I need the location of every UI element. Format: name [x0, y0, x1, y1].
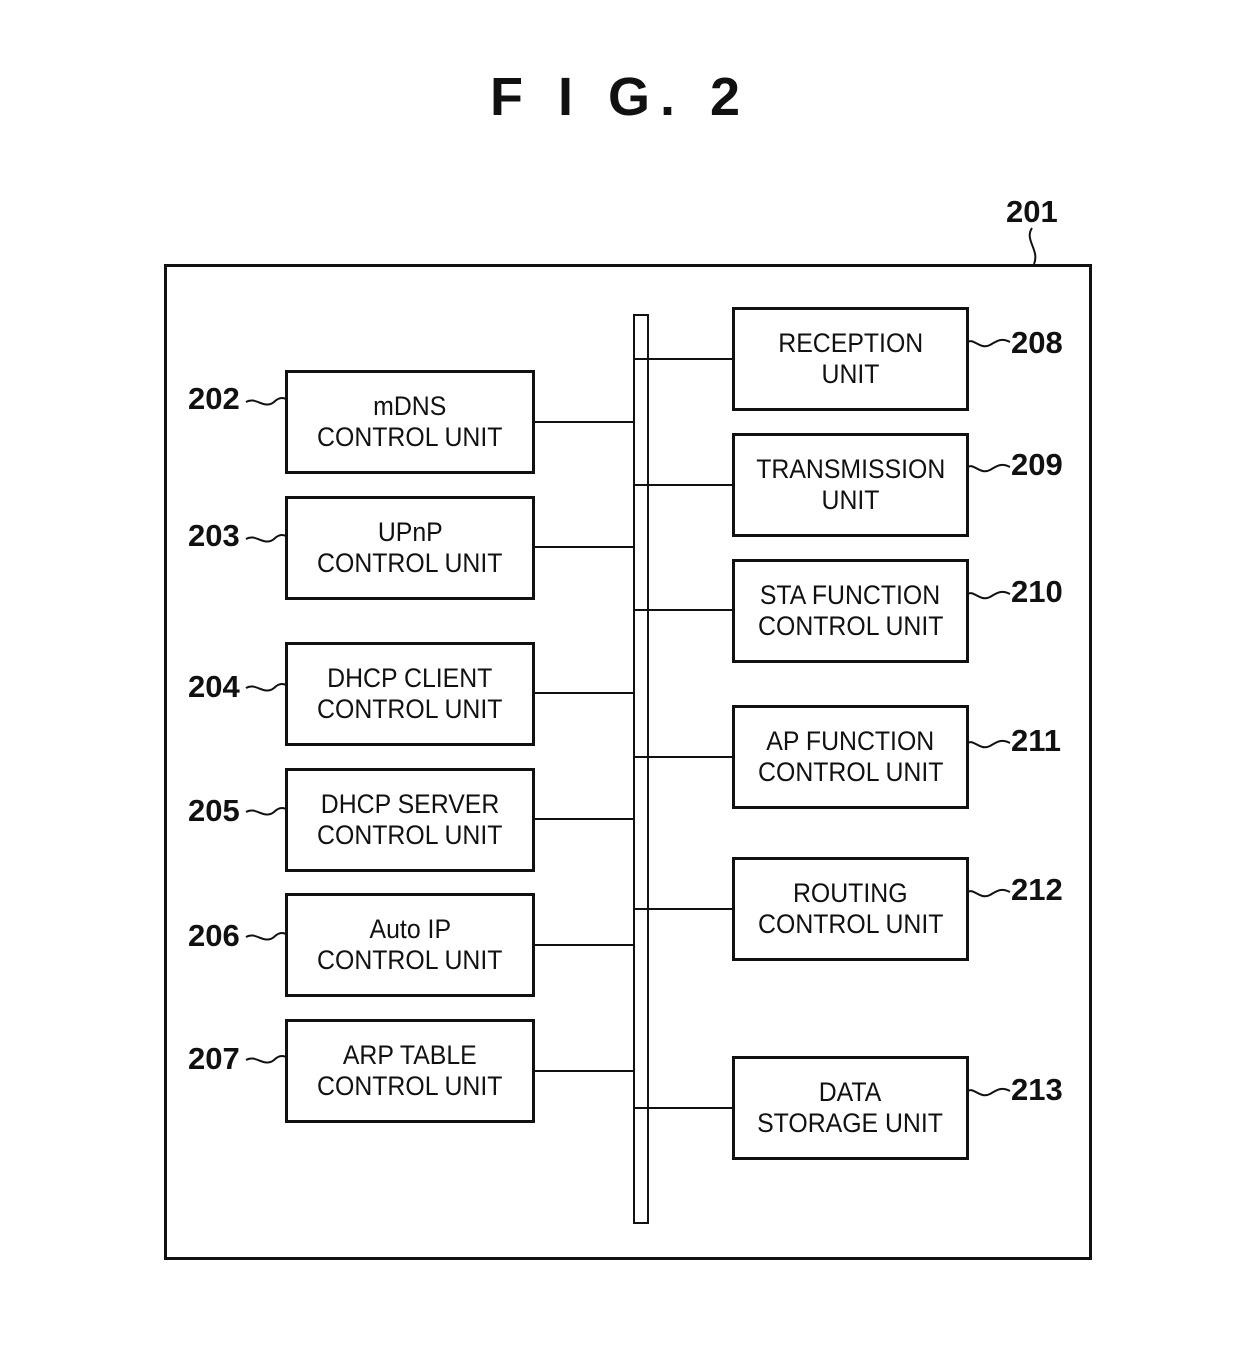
- unit-label-line1: DHCP CLIENT: [327, 663, 493, 693]
- unit-label-line2: STORAGE UNIT: [757, 1108, 944, 1138]
- internal-bus: [633, 314, 649, 1224]
- sta-function-control-unit: STA FUNCTION CONTROL UNIT: [732, 559, 969, 663]
- connector-212: [635, 908, 733, 910]
- connector-202: [534, 421, 634, 423]
- reception-unit: RECEPTION UNIT: [732, 307, 969, 411]
- ref-label-205: 205: [188, 793, 240, 828]
- unit-label-line2: CONTROL UNIT: [317, 945, 503, 975]
- transmission-unit: TRANSMISSION UNIT: [732, 433, 969, 537]
- connector-209: [635, 484, 733, 486]
- leader-201: [1028, 227, 1037, 265]
- ap-function-control-unit: AP FUNCTION CONTROL UNIT: [732, 705, 969, 809]
- unit-label-line1: DATA: [819, 1077, 882, 1107]
- ref-label-206: 206: [188, 918, 240, 953]
- unit-label-line1: RECEPTION: [778, 328, 923, 358]
- ref-label-212: 212: [1011, 872, 1063, 907]
- upnp-control-unit: UPnP CONTROL UNIT: [285, 496, 535, 600]
- unit-label-line2: CONTROL UNIT: [317, 422, 503, 452]
- ref-label-209: 209: [1011, 447, 1063, 482]
- data-storage-unit: DATA STORAGE UNIT: [732, 1056, 969, 1160]
- unit-label-line1: mDNS: [373, 391, 447, 421]
- container-ref-label: 201: [1006, 194, 1058, 229]
- unit-label-line1: TRANSMISSION: [755, 454, 946, 484]
- unit-label-line2: CONTROL UNIT: [317, 820, 503, 850]
- ref-label-211: 211: [1011, 723, 1062, 758]
- mdns-control-unit: mDNS CONTROL UNIT: [285, 370, 535, 474]
- routing-control-unit: ROUTING CONTROL UNIT: [732, 857, 969, 961]
- dhcp-server-control-unit: DHCP SERVER CONTROL UNIT: [285, 768, 535, 872]
- connector-213: [635, 1107, 733, 1109]
- connector-210: [635, 609, 733, 611]
- unit-label-line2: CONTROL UNIT: [757, 611, 944, 641]
- ref-label-210: 210: [1011, 574, 1063, 609]
- arp-table-control-unit: ARP TABLE CONTROL UNIT: [285, 1019, 535, 1123]
- unit-label-line1: ARP TABLE: [343, 1040, 477, 1070]
- ref-label-204: 204: [188, 669, 240, 704]
- auto-ip-control-unit: Auto IP CONTROL UNIT: [285, 893, 535, 997]
- ref-label-213: 213: [1011, 1072, 1063, 1107]
- unit-label-line2: CONTROL UNIT: [317, 694, 503, 724]
- unit-label-line2: CONTROL UNIT: [757, 909, 944, 939]
- unit-label-line1: AP FUNCTION: [766, 726, 935, 756]
- connector-208: [635, 358, 733, 360]
- unit-label-line1: Auto IP: [369, 914, 451, 944]
- ref-label-203: 203: [188, 518, 240, 553]
- unit-label-line2: CONTROL UNIT: [317, 1071, 503, 1101]
- unit-label-line2: CONTROL UNIT: [317, 548, 503, 578]
- unit-label-line2: UNIT: [821, 359, 880, 389]
- connector-207: [534, 1070, 634, 1072]
- ref-label-202: 202: [188, 381, 240, 416]
- unit-label-line1: UPnP: [377, 517, 443, 547]
- unit-label-line1: STA FUNCTION: [760, 580, 941, 610]
- ref-label-207: 207: [188, 1041, 240, 1076]
- connector-206: [534, 944, 634, 946]
- dhcp-client-control-unit: DHCP CLIENT CONTROL UNIT: [285, 642, 535, 746]
- unit-label-line1: ROUTING: [793, 878, 908, 908]
- connector-211: [635, 756, 733, 758]
- ref-label-208: 208: [1011, 325, 1063, 360]
- connector-203: [534, 546, 634, 548]
- figure-title: F I G. 2: [489, 67, 751, 127]
- connector-205: [534, 818, 634, 820]
- unit-label-line1: DHCP SERVER: [320, 789, 500, 819]
- unit-label-line2: CONTROL UNIT: [757, 757, 944, 787]
- unit-label-line2: UNIT: [821, 485, 880, 515]
- connector-204: [534, 692, 634, 694]
